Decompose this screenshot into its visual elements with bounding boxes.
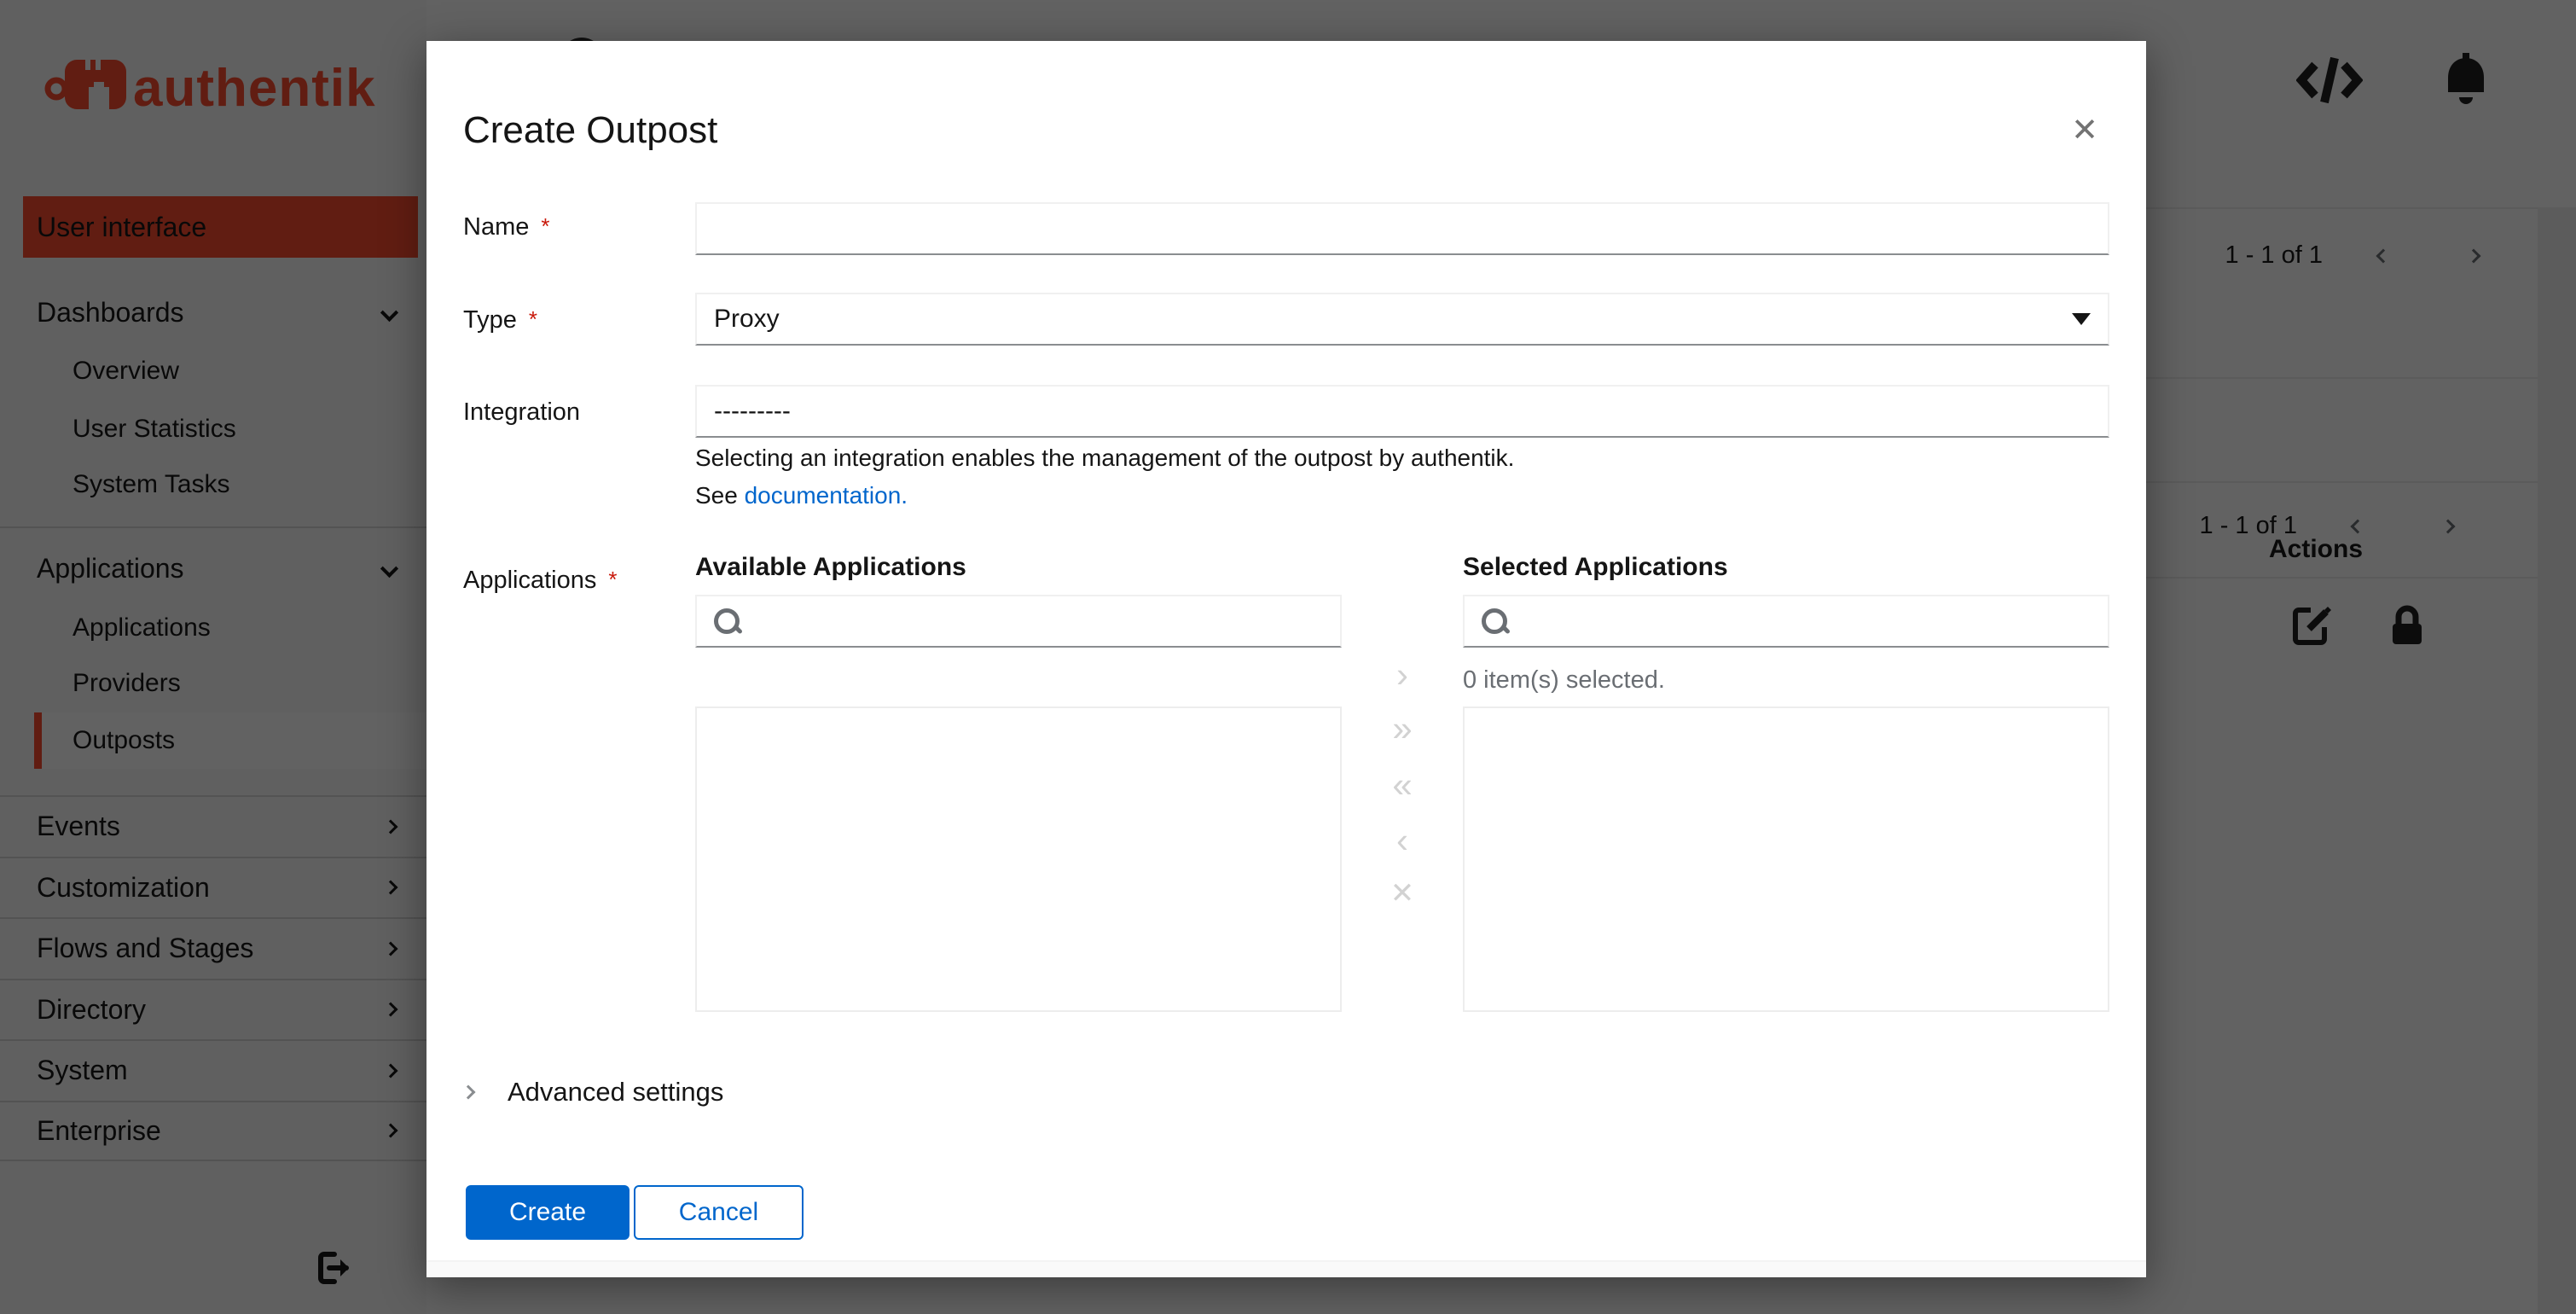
integration-help-text: Selecting an integration enables the man…: [695, 445, 1515, 471]
create-button[interactable]: Create: [466, 1185, 629, 1240]
caret-down-icon: [2072, 313, 2091, 325]
close-icon[interactable]: ✕: [2071, 114, 2098, 147]
available-applications-listbox[interactable]: [695, 706, 1342, 1012]
search-icon: [712, 607, 741, 636]
advanced-settings-label: Advanced settings: [508, 1077, 724, 1107]
add-selected-button[interactable]: ›: [1372, 657, 1433, 693]
documentation-link[interactable]: documentation.: [745, 482, 908, 509]
modal-footer-strip: [426, 1260, 2146, 1277]
available-search-input[interactable]: [753, 596, 1340, 646]
available-search: [695, 595, 1342, 648]
type-label: Type *: [463, 306, 537, 334]
modal-title: Create Outpost: [463, 109, 718, 151]
type-select[interactable]: Proxy: [695, 293, 2109, 346]
required-marker: *: [528, 306, 537, 332]
remove-selected-button[interactable]: ‹: [1372, 823, 1433, 858]
required-marker: *: [541, 213, 550, 239]
chevron-right-icon: [461, 1084, 476, 1100]
advanced-settings-toggle[interactable]: Advanced settings: [461, 1077, 724, 1108]
integration-help-see: See documentation.: [695, 482, 908, 509]
cancel-button[interactable]: Cancel: [634, 1185, 804, 1240]
name-label: Name *: [463, 213, 550, 241]
selected-applications-listbox[interactable]: [1463, 706, 2109, 1012]
search-icon: [1480, 607, 1509, 636]
name-input[interactable]: [695, 202, 2109, 255]
selected-search: [1463, 595, 2109, 648]
remove-all-button[interactable]: «: [1372, 767, 1433, 803]
integration-label: Integration: [463, 398, 581, 426]
add-all-button[interactable]: »: [1372, 711, 1433, 747]
selected-count-status: 0 item(s) selected.: [1463, 666, 1665, 694]
integration-select-value: ---------: [714, 397, 791, 425]
create-outpost-modal: Create Outpost ✕ Name * Type * Proxy Integ…: [426, 41, 2146, 1277]
selected-applications-title: Selected Applications: [1463, 553, 1728, 581]
applications-label: Applications *: [463, 567, 618, 594]
screen: authentik User interface Dashboards Over…: [0, 0, 2576, 1314]
available-applications-title: Available Applications: [695, 553, 966, 581]
clear-selection-button[interactable]: ✕: [1372, 879, 1433, 908]
required-marker: *: [608, 567, 618, 592]
selected-search-input[interactable]: [1521, 596, 2108, 646]
type-select-value: Proxy: [714, 305, 780, 333]
integration-select[interactable]: ---------: [695, 385, 2109, 438]
